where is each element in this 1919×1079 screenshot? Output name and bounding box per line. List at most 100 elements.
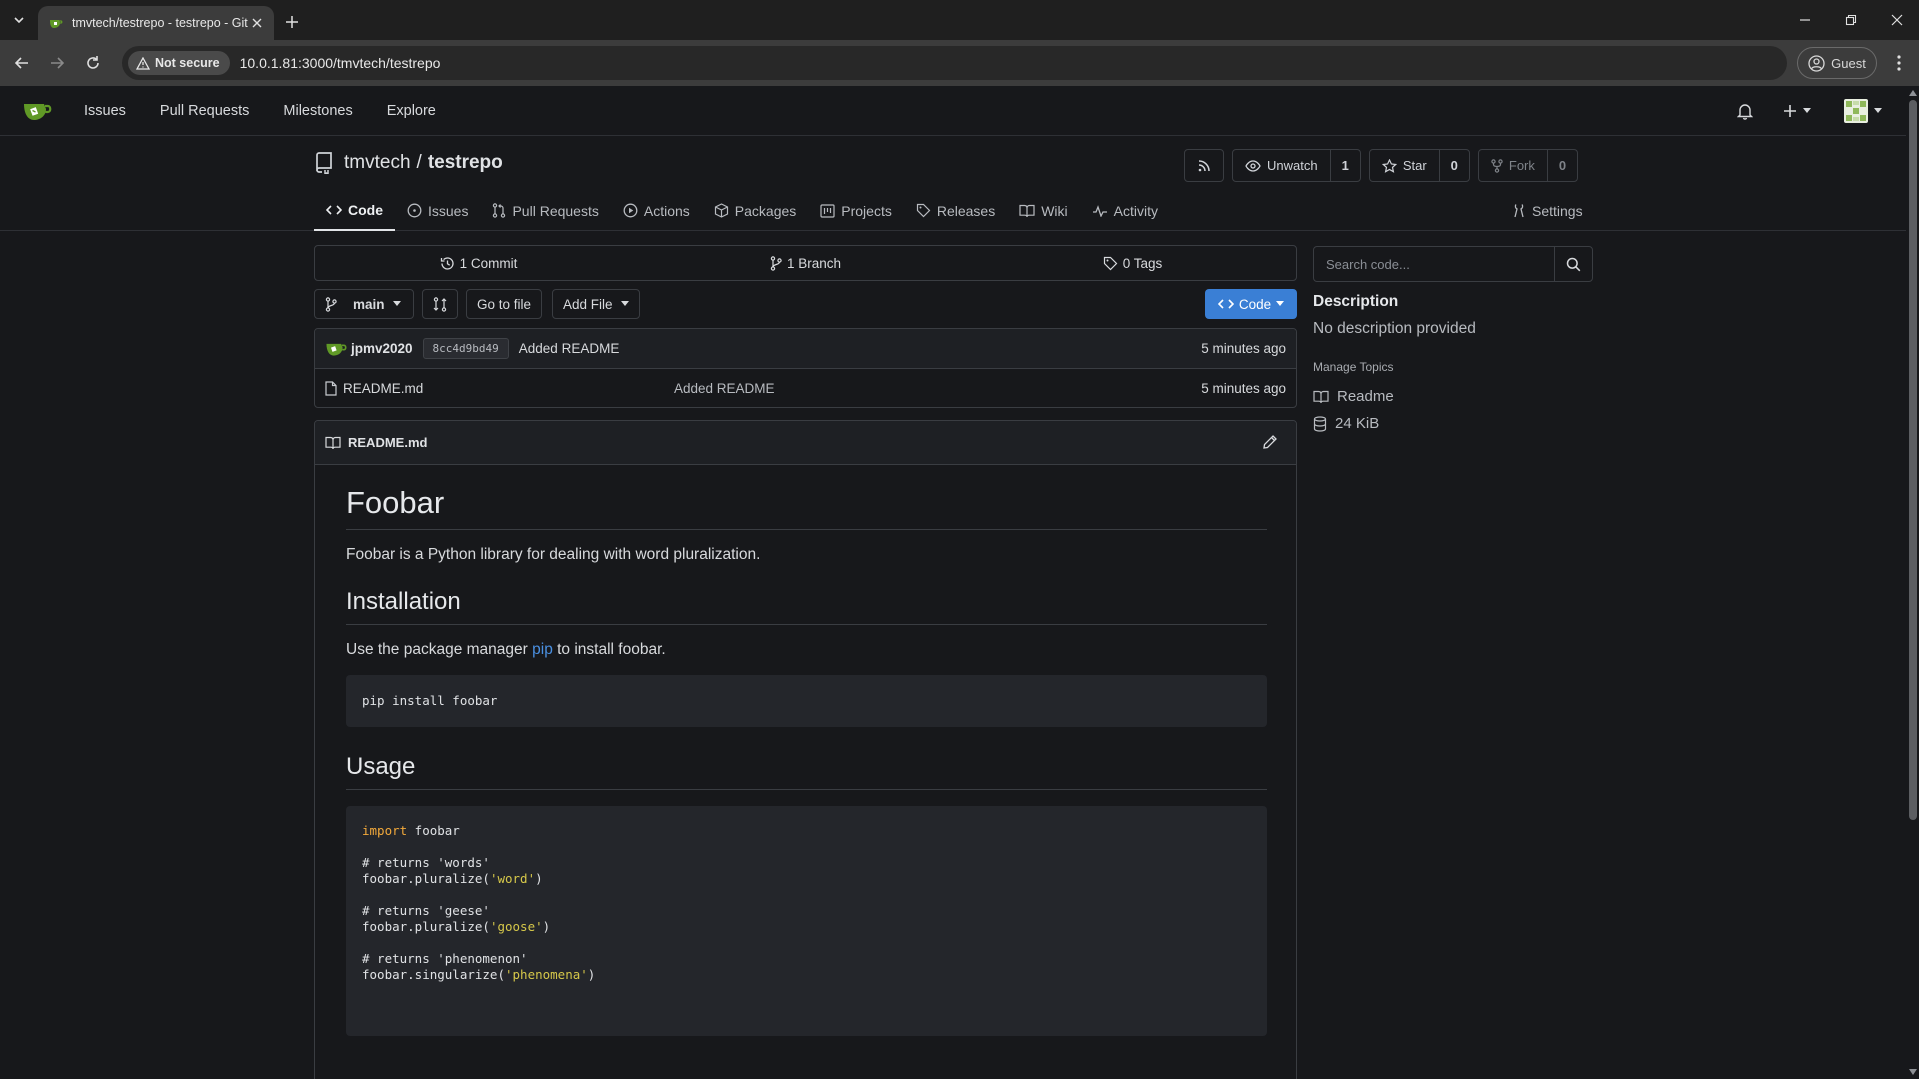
tag-icon: [916, 203, 931, 218]
tab-code[interactable]: Code: [314, 190, 395, 231]
search-code-input[interactable]: [1314, 247, 1554, 281]
history-icon: [440, 256, 454, 270]
file-commit-time: 5 minutes ago: [1201, 380, 1286, 396]
code-clone-button[interactable]: Code: [1205, 289, 1297, 319]
scroll-up-arrow[interactable]: [1909, 90, 1917, 96]
tab-search-button[interactable]: [6, 8, 32, 32]
repo-name-link[interactable]: testrepo: [428, 152, 503, 174]
tab-pull-requests[interactable]: Pull Requests: [480, 190, 610, 231]
readme-filename[interactable]: README.md: [348, 435, 427, 450]
tab-activity[interactable]: Activity: [1080, 190, 1170, 231]
tab-settings[interactable]: Settings: [1500, 190, 1595, 231]
more-vertical-icon: [1897, 55, 1901, 71]
reload-icon: [87, 56, 99, 69]
tags-link[interactable]: 0 Tags: [969, 246, 1296, 280]
fork-button[interactable]: Fork: [1479, 150, 1547, 181]
branch-icon: [325, 296, 337, 312]
repo-icon: [316, 152, 332, 174]
tab-projects[interactable]: Projects: [808, 190, 904, 231]
readme-usage-heading: Usage: [346, 753, 1267, 790]
security-indicator[interactable]: Not secure: [128, 51, 230, 75]
profile-button[interactable]: Guest: [1797, 47, 1877, 79]
file-last-commit-link[interactable]: Added README: [674, 381, 775, 396]
manage-topics-link[interactable]: Manage Topics: [1313, 360, 1394, 374]
nav-pull-requests[interactable]: Pull Requests: [160, 103, 249, 119]
tab-actions[interactable]: Actions: [611, 190, 702, 231]
tab-title: tmvtech/testrepo - testrepo - Gitea: [72, 16, 248, 30]
commit-author-link[interactable]: jpmv2020: [351, 341, 413, 356]
reload-button[interactable]: [81, 51, 105, 75]
tab-releases[interactable]: Releases: [904, 190, 1007, 231]
repo-owner-link[interactable]: tmvtech: [344, 152, 411, 174]
install-text-after: to install foobar.: [552, 641, 666, 658]
pencil-icon[interactable]: [1262, 434, 1278, 450]
minimize-button[interactable]: [1790, 8, 1820, 32]
nav-issues[interactable]: Issues: [84, 103, 126, 119]
code-button-label: Code: [1238, 296, 1272, 312]
close-icon: [252, 18, 262, 28]
eye-icon: [1245, 159, 1261, 172]
minimize-icon: [1800, 19, 1810, 21]
compare-button[interactable]: [422, 289, 458, 319]
branch-selector[interactable]: main: [314, 289, 414, 319]
tab-packages[interactable]: Packages: [702, 190, 808, 231]
avatar[interactable]: [325, 340, 347, 358]
install-command: pip install foobar: [362, 693, 498, 708]
notifications-button[interactable]: [1737, 100, 1753, 122]
site-navbar: Issues Pull Requests Milestones Explore: [0, 86, 1906, 136]
address-bar[interactable]: Not secure 10.0.1.81:3000/tmvtech/testre…: [122, 46, 1787, 80]
unwatch-button[interactable]: Unwatch: [1233, 150, 1330, 181]
go-to-file-button[interactable]: Go to file: [466, 289, 543, 319]
star-button[interactable]: Star: [1370, 150, 1439, 181]
commit-time: 5 minutes ago: [1201, 341, 1286, 356]
nav-milestones[interactable]: Milestones: [283, 103, 352, 119]
code-icon: [326, 204, 342, 215]
commit-message[interactable]: Added README: [519, 341, 620, 356]
create-new-button[interactable]: [1783, 100, 1811, 122]
branch-icon: [770, 255, 782, 271]
branches-link[interactable]: 1 Branch: [642, 246, 969, 280]
book-icon: [1313, 390, 1329, 403]
file-row[interactable]: README.md Added README 5 minutes ago: [315, 369, 1296, 407]
new-tab-button[interactable]: [280, 10, 304, 34]
commit-sha-link[interactable]: 8cc4d9bd49: [422, 338, 509, 359]
plus-icon: [286, 16, 298, 28]
arrow-right-icon: [51, 57, 65, 69]
nav-explore[interactable]: Explore: [387, 103, 436, 119]
forward-button[interactable]: [45, 51, 69, 75]
pip-link[interactable]: pip: [532, 641, 553, 658]
browser-menu-button[interactable]: [1888, 52, 1910, 74]
back-button[interactable]: [10, 51, 34, 75]
browser-toolbar: Not secure 10.0.1.81:3000/tmvtech/testre…: [0, 40, 1919, 86]
code-comment: # returns 'geese': [362, 903, 490, 918]
caret-down-icon: [620, 301, 629, 306]
watch-button-group: Unwatch 1: [1232, 149, 1361, 182]
forks-count[interactable]: 0: [1546, 150, 1577, 181]
user-menu-button[interactable]: [1844, 99, 1882, 123]
tab-issues[interactable]: Issues: [395, 190, 480, 231]
tab-close-button[interactable]: [248, 14, 266, 32]
code-keyword: import: [362, 823, 408, 838]
close-window-button[interactable]: [1882, 8, 1912, 32]
scroll-thumb[interactable]: [1909, 100, 1917, 820]
rss-button[interactable]: [1184, 149, 1224, 182]
search-button[interactable]: [1554, 247, 1592, 281]
browser-tab[interactable]: tmvtech/testrepo - testrepo - Gitea: [38, 6, 274, 40]
readme-link[interactable]: Readme: [1313, 388, 1394, 405]
page-scrollbar[interactable]: [1906, 86, 1919, 1079]
commits-link[interactable]: 1 Commit: [315, 246, 642, 280]
gitea-logo[interactable]: [22, 99, 52, 123]
security-label: Not secure: [155, 56, 220, 70]
scroll-down-arrow[interactable]: [1909, 1069, 1917, 1075]
avatar: [1844, 99, 1868, 123]
code-text: ): [535, 871, 543, 886]
stars-count[interactable]: 0: [1438, 150, 1469, 181]
add-file-dropdown[interactable]: Add File: [552, 289, 640, 319]
user-circle-icon: [1808, 54, 1825, 72]
file-name-link[interactable]: README.md: [343, 381, 423, 396]
watchers-count[interactable]: 1: [1329, 150, 1360, 181]
tab-wiki[interactable]: Wiki: [1007, 190, 1079, 231]
restore-button[interactable]: [1836, 8, 1866, 32]
code-string: 'word': [489, 871, 536, 886]
